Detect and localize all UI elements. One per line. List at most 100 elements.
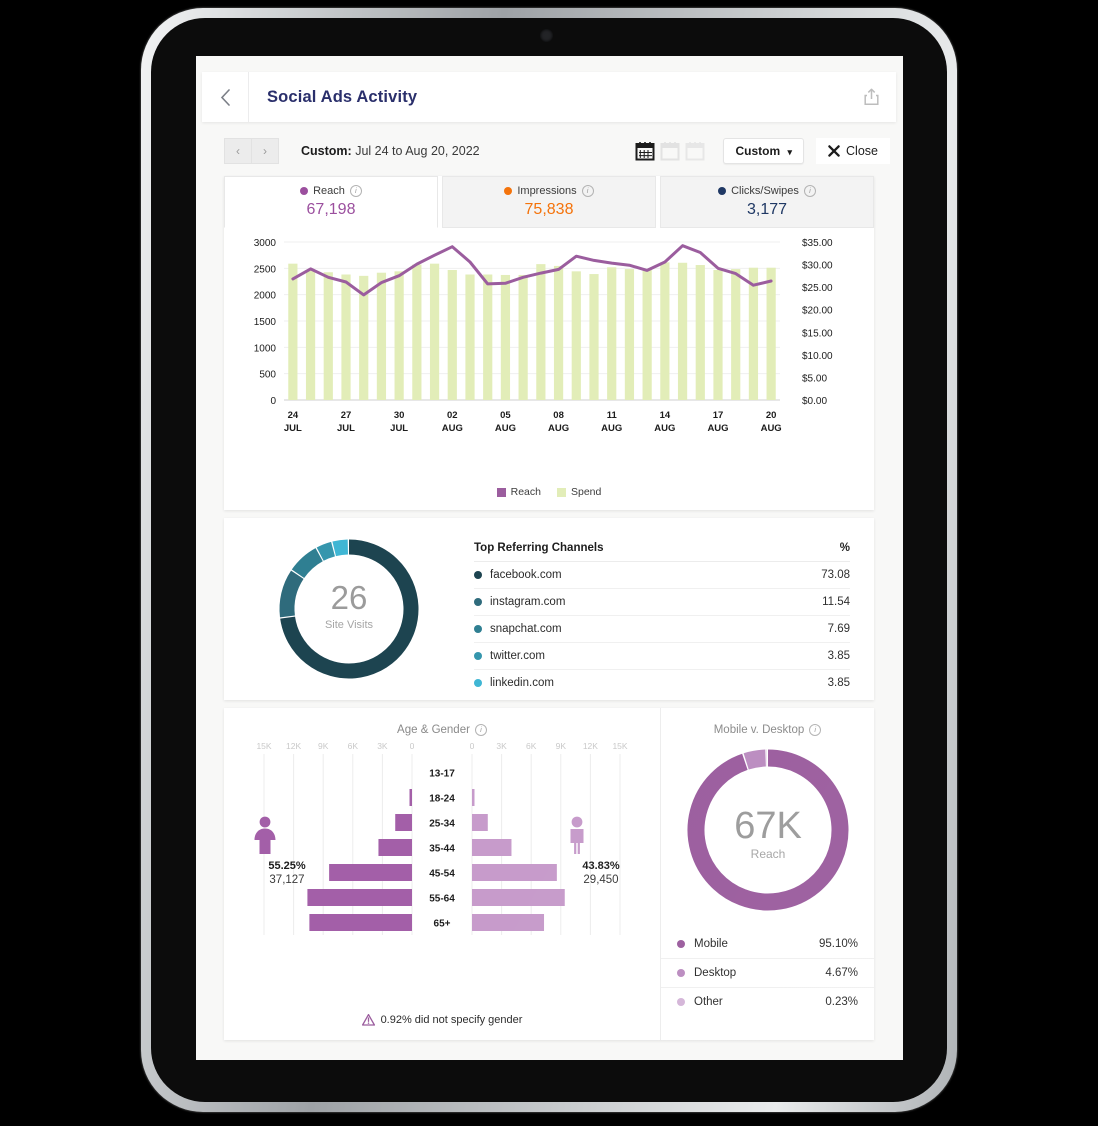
pyramid-axis-tick: 3K [377, 741, 388, 751]
reach-donut-value: 67K [734, 805, 802, 847]
channel-row[interactable]: twitter.com 3.85 [474, 643, 850, 670]
info-icon[interactable]: i [474, 724, 487, 736]
x-axis-day: 17 [713, 410, 724, 421]
channels-table-header: Top Referring Channels % [474, 542, 850, 562]
female-age-bar [307, 889, 412, 906]
reach-donut-caption: Reach [750, 847, 785, 861]
chevron-left-icon [220, 88, 230, 106]
male-pct: 43.83% [582, 860, 620, 872]
male-age-bar [472, 814, 488, 831]
male-icon [570, 816, 584, 854]
spend-bar [394, 271, 404, 400]
metric-tab-impressions[interactable]: Impressions i 75,838 [442, 176, 656, 228]
date-range-prefix: Custom: [301, 144, 352, 158]
app-header: Social Ads Activity [202, 72, 896, 122]
range-preset-select[interactable]: Custom ▾ [723, 138, 805, 164]
channels-title: Top Referring Channels [474, 542, 604, 554]
site-visits-value: 26 [331, 579, 368, 616]
share-button[interactable] [846, 72, 896, 122]
x-axis-month: JUL [337, 423, 355, 434]
date-nav-group: ‹ › [224, 138, 279, 164]
pyramid-axis-tick: 12K [583, 741, 598, 751]
metric-color-dot [504, 187, 513, 195]
info-icon[interactable]: i [809, 724, 822, 736]
metric-name: Impressions [517, 185, 577, 197]
channel-color-dot [474, 598, 482, 606]
range-preset-label: Custom [735, 144, 781, 158]
tablet-screen: Social Ads Activity ‹ › Custom: Jul 24 t… [196, 56, 903, 1060]
spend-bar [483, 274, 493, 400]
legend-item: Reach [496, 486, 541, 498]
calendar-month-icon[interactable] [684, 140, 706, 162]
info-icon[interactable]: i [581, 185, 594, 197]
next-period-button[interactable]: › [251, 138, 279, 164]
channel-row[interactable]: snapchat.com 7.69 [474, 616, 850, 643]
share-icon [863, 88, 879, 106]
age-bracket-label: 18-24 [429, 794, 455, 805]
pyramid-axis-tick: 15K [256, 741, 271, 751]
referring-channels-card: 26 Site Visits Top Referring Channels % … [224, 518, 874, 700]
y-axis-tick: 500 [259, 370, 276, 381]
mobile-desktop-donut: 67K Reach [687, 749, 848, 911]
female-icon [254, 816, 276, 854]
spend-bar [677, 262, 688, 400]
page-title: Social Ads Activity [267, 87, 418, 106]
x-axis-month: JUL [390, 423, 408, 434]
channel-row[interactable]: facebook.com 73.08 [474, 562, 850, 589]
device-pct: 95.10% [818, 938, 858, 950]
calendar-day-icon[interactable] [634, 140, 656, 162]
close-button[interactable]: Close [816, 138, 890, 164]
spend-bar [323, 272, 333, 400]
metric-value: 3,177 [746, 201, 788, 218]
spend-bar [607, 267, 617, 400]
male-count: 29,450 [583, 874, 619, 886]
x-axis-day: 20 [766, 410, 777, 421]
metric-name: Reach [313, 185, 345, 197]
female-age-bar [309, 914, 412, 931]
warning-icon [361, 1014, 375, 1026]
male-age-bar [472, 914, 545, 931]
channels-pct-header: % [839, 542, 850, 554]
spend-bar [536, 264, 546, 400]
channel-name: facebook.com [490, 569, 562, 581]
spend-bar [695, 265, 705, 400]
legend-label: Spend [570, 486, 602, 498]
info-icon[interactable]: i [349, 185, 362, 197]
channel-name-wrap: twitter.com [474, 650, 545, 662]
calendar-week-icon[interactable] [659, 140, 681, 162]
channel-row[interactable]: linkedin.com 3.85 [474, 670, 850, 696]
device-row[interactable]: Mobile 95.10% [661, 930, 874, 959]
x-axis-month: AUG [495, 423, 516, 434]
age-bracket-label: 13-17 [429, 769, 455, 780]
back-button[interactable] [202, 72, 249, 122]
device-color-dot [677, 940, 685, 948]
metric-tab-reach[interactable]: Reach i 67,198 [224, 176, 438, 228]
device-name: Other [694, 996, 723, 1008]
spend-bar [589, 274, 599, 400]
channel-color-dot [474, 679, 482, 687]
x-axis-day: 02 [447, 410, 458, 421]
y2-axis-tick: $10.00 [802, 351, 833, 362]
device-row[interactable]: Other 0.23% [661, 988, 874, 1016]
chevron-down-icon: ▾ [787, 147, 793, 157]
info-icon[interactable]: i [803, 185, 816, 197]
device-name: Desktop [694, 967, 737, 979]
channel-color-dot [474, 625, 482, 633]
legend-swatch [556, 487, 566, 497]
device-row[interactable]: Desktop 4.67% [661, 959, 874, 988]
channel-row[interactable]: instagram.com 11.54 [474, 589, 850, 616]
male-age-bar [472, 864, 557, 881]
channel-pct: 11.54 [822, 596, 850, 608]
prev-period-button[interactable]: ‹ [224, 138, 251, 164]
front-camera [540, 29, 553, 42]
activity-chart-card: Reach i 67,198 Impressions i 75,838 Clicks/Swi… [224, 176, 874, 510]
spend-bar [447, 269, 457, 400]
x-axis-month: AUG [442, 423, 463, 434]
spend-bar [518, 274, 528, 400]
female-count: 37,127 [269, 874, 305, 886]
close-label: Close [846, 144, 878, 158]
channel-name: snapchat.com [490, 623, 562, 635]
channel-name-wrap: instagram.com [474, 596, 565, 608]
metric-tab-clicks-swipes[interactable]: Clicks/Swipes i 3,177 [660, 176, 874, 228]
x-axis-day: 27 [341, 410, 352, 421]
